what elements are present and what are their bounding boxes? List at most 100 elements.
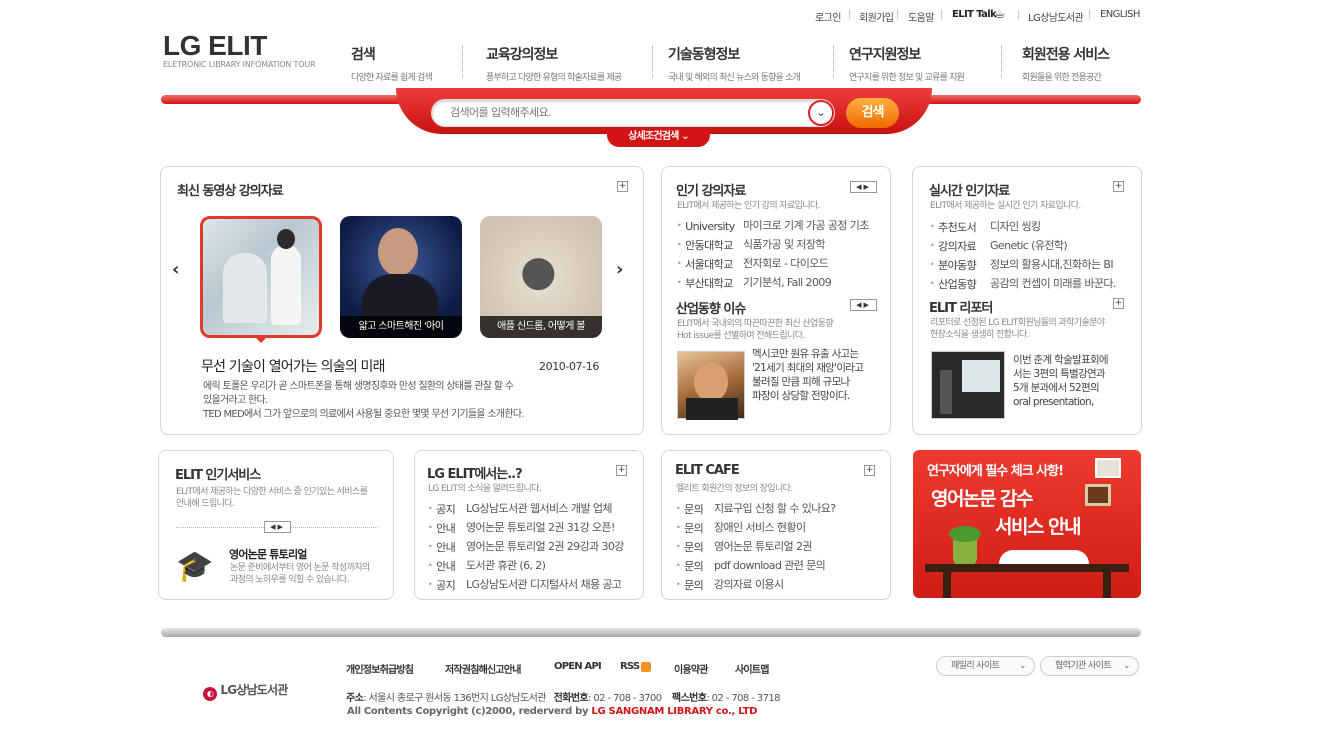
separator: | — [848, 9, 851, 20]
list-text: LG상남도서관 웹서비스 개발 업체 — [466, 502, 612, 515]
list-item[interactable]: 부산대학교기기분석, Fall 2009 — [677, 274, 881, 293]
list-item[interactable]: University마이크로 기계 가공 공정 기초 — [677, 217, 881, 236]
person-face — [694, 362, 728, 402]
list-item[interactable]: 서울대학교전자회로 - 다이오드 — [677, 255, 881, 274]
graduation-cap-icon: 🎓 — [176, 549, 214, 584]
industry-text[interactable]: 멕시코만 원유 유출 사고는 '21세기 최대의 재앙'이라고 불려질 만큼 피… — [752, 347, 864, 403]
more-plus-icon[interactable]: + — [1113, 181, 1124, 192]
sitemap-link[interactable]: 사이트맵 — [735, 661, 769, 676]
nav-lecture-info[interactable]: 교육강의정보 풍부하고 다양한 유형의 학술자료를 제공 — [486, 44, 622, 83]
video-thumbnail[interactable]: ● 애플 신드롬, 어떻게 볼 — [480, 216, 602, 338]
rss-icon — [641, 662, 651, 672]
english-link[interactable]: ENGLISH — [1100, 9, 1140, 20]
coffee-cup-icon: ☕ — [994, 7, 1006, 22]
list-category: 산업동향 — [930, 275, 990, 294]
video-thumbnail[interactable]: 얇고 스마트해진 '아이 — [340, 216, 462, 338]
video-headline[interactable]: 무선 기술이 열어가는 의술의 미래 — [201, 356, 386, 376]
list-item[interactable]: 공지LG상남도서관 디지털사서 채용 공고 — [428, 576, 633, 595]
nav-sub: 회원들을 위한 전용공간 — [1022, 73, 1102, 83]
list-item[interactable]: 문의pdf download 관련 문의 — [676, 557, 881, 576]
list-category: University — [677, 217, 743, 236]
book-icon — [999, 550, 1089, 564]
advanced-search-button[interactable]: 상세조건검색 ⌄ — [607, 128, 710, 147]
list-item[interactable]: 안동대학교식품가공 및 저장학 — [677, 236, 881, 255]
list-item[interactable]: 산업동향공감의 컨셉이 미래를 바꾼다. — [930, 275, 1130, 294]
nav-tech-trend[interactable]: 기술동형정보 국내 및 해외의 최신 뉴스와 동향을 소개 — [668, 44, 801, 83]
desk-leg — [1103, 572, 1111, 598]
list-item[interactable]: 강의자료Genetic (유전학) — [930, 237, 1130, 256]
service-item-title[interactable]: 영어논문 튜토리얼 — [229, 546, 307, 562]
elit-talk-link[interactable]: ELIT Talk — [952, 9, 997, 20]
address-label: 주소 — [346, 693, 364, 704]
list-item[interactable]: 문의강의자료 이용시 — [676, 576, 881, 595]
list-category: 문의 — [676, 519, 714, 538]
reporter-text[interactable]: 이번 춘계 학술발표회에 서는 3편의 특별강연과 5개 분과에서 52편의 o… — [1013, 353, 1109, 409]
list-item[interactable]: 분야동향정보의 활용시대,진화하는 BI — [930, 256, 1130, 275]
popular-panel-desc: ELIT에서 제공하는 인기 강의 자료입니다. — [677, 201, 821, 211]
list-category: 안내 — [428, 557, 466, 576]
lg-logo-icon: ◐ — [203, 687, 217, 701]
library-link[interactable]: LG상남도서관 — [1028, 9, 1084, 24]
prev-arrow-icon[interactable]: ‹ — [172, 259, 179, 280]
desc-line: 안내해 드립니다. — [176, 499, 235, 509]
top-utility-nav: 로그인 | 회원가입 | 도움말 | ELIT Talk ☕ | LG상남도서관… — [0, 7, 1328, 24]
help-link[interactable]: 도움말 — [908, 9, 934, 24]
desk-leg — [943, 572, 951, 598]
text-line: 불려질 만큼 피해 규모나 — [752, 376, 850, 388]
select-label: 협력기관 사이트 — [1055, 661, 1112, 671]
list-item[interactable]: 문의지료구입 신청 할 수 있나요? — [676, 500, 881, 519]
login-link[interactable]: 로그인 — [815, 9, 841, 24]
service-panel-desc: ELIT에서 제공하는 다양한 서비스 중 인기있는 서비스를 안내해 드립니다… — [176, 486, 386, 510]
copyright-text: All Contents Copyright (c)2000, rederver… — [347, 706, 589, 717]
partner-site-select[interactable]: 협력기관 사이트 ⌄ — [1040, 656, 1139, 676]
more-plus-icon[interactable]: + — [864, 465, 875, 476]
news-list: 공지LG상남도서관 웹서비스 개발 업체 안내영어논문 튜토리얼 2권 31강 … — [428, 500, 633, 595]
privacy-policy-link[interactable]: 개인정보취급방침 — [346, 661, 414, 676]
list-item[interactable]: 안내영어논문 튜토리얼 2권 31강 오픈! — [428, 519, 633, 538]
next-arrow-icon[interactable]: › — [616, 259, 623, 280]
video-thumbnail[interactable] — [200, 216, 322, 338]
presentation-screen — [962, 360, 1000, 392]
search-input[interactable] — [450, 106, 790, 119]
list-item[interactable]: 문의장애인 서비스 현황이 — [676, 519, 881, 538]
list-item[interactable]: 안내영어논문 튜토리얼 2권 29강과 30강 — [428, 538, 633, 557]
desc-line: TED MED에서 그가 앞으로의 의료에서 사용될 중요한 몇몇 무선 기기들… — [203, 409, 525, 420]
list-text: 기기분석, Fall 2009 — [743, 276, 832, 289]
text-line: oral presentation, — [1013, 396, 1094, 408]
industry-thumbnail[interactable] — [677, 351, 745, 420]
list-item[interactable]: 문의영어논문 튜토리얼 2권 — [676, 538, 881, 557]
nav-research-support[interactable]: 연구지원정보 연구지를 위한 정보 및 교류를 지원 — [849, 44, 965, 83]
news-panel-desc: LG ELIT의 소식을 알려드립니다. — [428, 484, 542, 494]
reporter-thumbnail[interactable] — [931, 351, 1005, 419]
more-plus-icon[interactable]: + — [1113, 298, 1124, 309]
pager-arrows-icon[interactable]: ◀▶ — [850, 299, 877, 311]
rss-link[interactable]: RSS — [620, 661, 640, 672]
industry-panel-title: 산업동향 이슈 — [676, 302, 746, 317]
list-item[interactable]: 추천도서디자인 씽킹 — [930, 218, 1130, 237]
family-site-select[interactable]: 패밀리 사이트 ⌄ — [936, 656, 1035, 676]
text-line: 멕시코만 원유 유출 사고는 — [752, 348, 859, 360]
list-item[interactable]: 공지LG상남도서관 웹서비스 개발 업체 — [428, 500, 633, 519]
picture-frame-icon — [1085, 484, 1111, 506]
search-button[interactable]: 검색 — [846, 98, 899, 128]
text-line: 파장이 상당할 전망이다. — [752, 390, 850, 402]
copyright-report-link[interactable]: 저작권침해신고안내 — [445, 661, 521, 676]
nav-title: 교육강의정보 — [486, 47, 558, 63]
english-paper-review-banner[interactable]: 연구자에게 필수 체크 사항! 영어논문 감수 서비스 안내 — [913, 450, 1141, 598]
nav-divider — [462, 46, 463, 78]
popular-panel-title: 인기 강의자료 — [676, 184, 746, 199]
list-text: 영어논문 튜토리얼 2권 31강 오픈! — [466, 521, 615, 534]
footer-logo[interactable]: ◐ LG상남도서관 — [203, 681, 288, 701]
search-scope-dropdown[interactable]: ⌄ — [808, 100, 834, 126]
open-api-link[interactable]: OPEN API — [554, 661, 602, 672]
pager-arrows-icon[interactable]: ◀▶ — [850, 181, 877, 193]
terms-link[interactable]: 이용약관 — [674, 661, 708, 676]
pager-arrows-icon[interactable]: ◀▶ — [264, 521, 291, 533]
nav-member-service[interactable]: 회원전용 서비스 회원들을 위한 전용공간 — [1022, 44, 1110, 83]
logo-title[interactable]: LG ELIT — [163, 30, 267, 62]
nav-search[interactable]: 검색 다양한 자료를 쉽게 검색 — [351, 44, 433, 83]
more-plus-icon[interactable]: + — [617, 181, 628, 192]
join-link[interactable]: 회원가입 — [859, 9, 894, 24]
list-item[interactable]: 안내도서관 휴관 (6, 2) — [428, 557, 633, 576]
more-plus-icon[interactable]: + — [616, 465, 627, 476]
